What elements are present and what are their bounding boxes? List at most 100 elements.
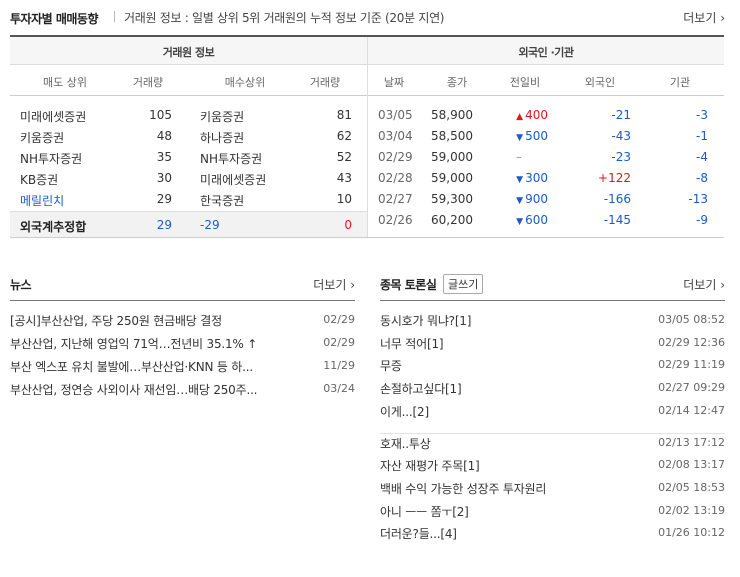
news-title: 뉴스 [10, 278, 32, 292]
row-close: 59,300 [431, 192, 473, 206]
post-title-link[interactable]: 더러운?들...[4] [380, 525, 457, 542]
row-institution: -8 [696, 171, 708, 185]
row-change: ▼ 500 [490, 129, 548, 143]
board-more-link[interactable]: 더보기 › [683, 276, 725, 293]
row-foreign: -21 [611, 108, 631, 122]
section-title: 투자자별 매매동향 [10, 12, 99, 26]
news-title-link[interactable]: 부산 엑스포 유치 불발에…부산산업·KNN 등 하... [10, 358, 253, 375]
change-value: 900 [525, 192, 548, 206]
change-value: 600 [525, 213, 548, 227]
news-date: 02/29 [323, 313, 355, 326]
row-foreign: -43 [611, 129, 631, 143]
post-date: 02/05 18:53 [658, 480, 725, 494]
row-close: 58,900 [431, 108, 473, 122]
trading-trend-header: 투자자별 매매동향 거래원 정보 : 일별 상위 5위 거래원의 누적 정보 기… [10, 8, 725, 28]
foreign-row: 02/29 59,000 – -23 -4 [10, 150, 724, 171]
row-date: 02/26 [378, 213, 413, 227]
news-title-link[interactable]: 부산산업, 지난해 영업익 71억…전년비 35.1% ↑ [10, 335, 257, 352]
row-change: ▲ 400 [490, 108, 548, 122]
change-value: 400 [525, 108, 548, 122]
post-title-link[interactable]: 이게...[2] [380, 403, 429, 420]
post-title-link[interactable]: 백배 수익 가능한 성장주 투자원리 [380, 480, 546, 497]
news-item: 부산 엑스포 유치 불발에…부산산업·KNN 등 하... 11/29 [10, 358, 355, 378]
arrow-down-icon: ▼ [516, 133, 524, 143]
row-date: 02/29 [378, 150, 413, 164]
foreign-row: 03/04 58,500 ▼ 500 -43 -1 [10, 129, 724, 150]
row-close: 59,000 [431, 150, 473, 164]
col-change: 전일비 [509, 76, 541, 89]
row-date: 03/04 [378, 129, 413, 143]
foreign-row: 03/05 58,900 ▲ 400 -21 -3 [10, 108, 724, 129]
row-change: ▼ 300 [490, 171, 548, 185]
arrow-down-icon: ▼ [516, 196, 524, 206]
row-institution: -13 [688, 192, 708, 206]
write-post-button[interactable]: 글쓰기 [443, 274, 484, 294]
post-date: 03/05 08:52 [658, 313, 725, 326]
board-post: 자산 재평가 주목[1] 02/08 13:17 [380, 457, 725, 477]
post-title-link[interactable]: 호재..투상 [380, 435, 431, 452]
news-header-line [10, 300, 355, 301]
news-item: 부산산업, 정연승 사외이사 재선임…배당 250주... 03/24 [10, 381, 355, 401]
board-group-divider [380, 433, 725, 434]
board-header: 종목 토론실 글쓰기 더보기 › [380, 274, 725, 296]
board-post: 백배 수익 가능한 성장주 투자원리 02/05 18:53 [380, 480, 725, 500]
row-institution: -3 [696, 108, 708, 122]
trading-table: 거래원 정보 외국인 ·기관 매도 상위 거래량 매수상위 거래량 날짜 종가 … [10, 35, 724, 238]
news-date: 02/29 [323, 336, 355, 349]
row-foreign: -23 [611, 150, 631, 164]
col-sell-top: 매도 상위 [43, 76, 87, 89]
board-post: 너무 적어[1] 02/29 12:36 [380, 335, 725, 355]
board-post: 호재..투상 02/13 17:12 [380, 435, 725, 455]
foreign-row: 02/28 59,000 ▼ 300 +122 -8 [10, 171, 724, 192]
post-title-link[interactable]: 아니 ㅡㅡ 쫌ㅜ[2] [380, 503, 469, 520]
row-close: 60,200 [431, 213, 473, 227]
post-title-link[interactable]: 무증 [380, 357, 402, 374]
col-sell-volume: 거래량 [132, 76, 164, 89]
more-link[interactable]: 더보기 › [683, 9, 725, 26]
post-title-link[interactable]: 동시호가 뭐냐?[1] [380, 312, 471, 329]
col-date: 날짜 [383, 76, 405, 89]
news-title-link[interactable]: 부산산업, 정연승 사외이사 재선임…배당 250주... [10, 381, 258, 398]
row-institution: -1 [696, 129, 708, 143]
chevron-right-icon: › [716, 11, 725, 25]
board-post: 더러운?들...[4] 01/26 10:12 [380, 525, 725, 545]
divider [114, 11, 115, 22]
row-foreign: -166 [603, 192, 631, 206]
total-sell-volume: 29 [156, 218, 172, 232]
col-buy-volume: 거래량 [309, 76, 341, 89]
board-post: 손절하고싶다[1] 02/27 09:29 [380, 380, 725, 400]
col-foreign: 외국인 [584, 76, 616, 89]
news-more-link[interactable]: 더보기 › [313, 276, 355, 293]
row-close: 59,000 [431, 171, 473, 185]
post-date: 01/26 10:12 [658, 526, 725, 540]
arrow-up-icon: ▲ [516, 112, 524, 122]
table-bottom-border [10, 237, 724, 238]
board-post: 무증 02/29 11:19 [380, 357, 725, 377]
arrow-down-icon: ▼ [516, 175, 524, 185]
total-buy-volume: -29 [200, 218, 220, 232]
board-post: 동시호가 뭐냐?[1] 03/05 08:52 [380, 312, 725, 332]
change-value: 300 [525, 171, 548, 185]
broker-group-title: 거래원 정보 [162, 46, 215, 59]
row-date: 02/28 [378, 171, 413, 185]
post-date: 02/13 17:12 [658, 435, 725, 449]
total-net: 0 [344, 218, 352, 232]
board-header-line [380, 300, 725, 301]
section-description: 거래원 정보 : 일별 상위 5위 거래원의 누적 정보 기준 (20분 지연) [124, 11, 445, 25]
post-date: 02/14 12:47 [658, 403, 725, 417]
board-post: 아니 ㅡㅡ 쫌ㅜ[2] 02/02 13:19 [380, 503, 725, 523]
col-institution: 기관 [669, 76, 691, 89]
row-date: 02/27 [378, 192, 413, 206]
row-institution: -4 [696, 150, 708, 164]
foreign-group-title: 외국인 ·기관 [518, 46, 574, 59]
post-title-link[interactable]: 손절하고싶다[1] [380, 380, 462, 397]
post-title-link[interactable]: 너무 적어[1] [380, 335, 444, 352]
row-date: 03/05 [378, 108, 413, 122]
news-date: 03/24 [323, 382, 355, 395]
col-close: 종가 [446, 76, 468, 89]
chevron-right-icon: › [716, 278, 725, 292]
news-item: [공시]부산산업, 주당 250원 현금배당 결정 02/29 [10, 312, 355, 332]
post-title-link[interactable]: 자산 재평가 주목[1] [380, 457, 480, 474]
chevron-right-icon: › [346, 278, 355, 292]
news-title-link[interactable]: [공시]부산산업, 주당 250원 현금배당 결정 [10, 312, 222, 329]
